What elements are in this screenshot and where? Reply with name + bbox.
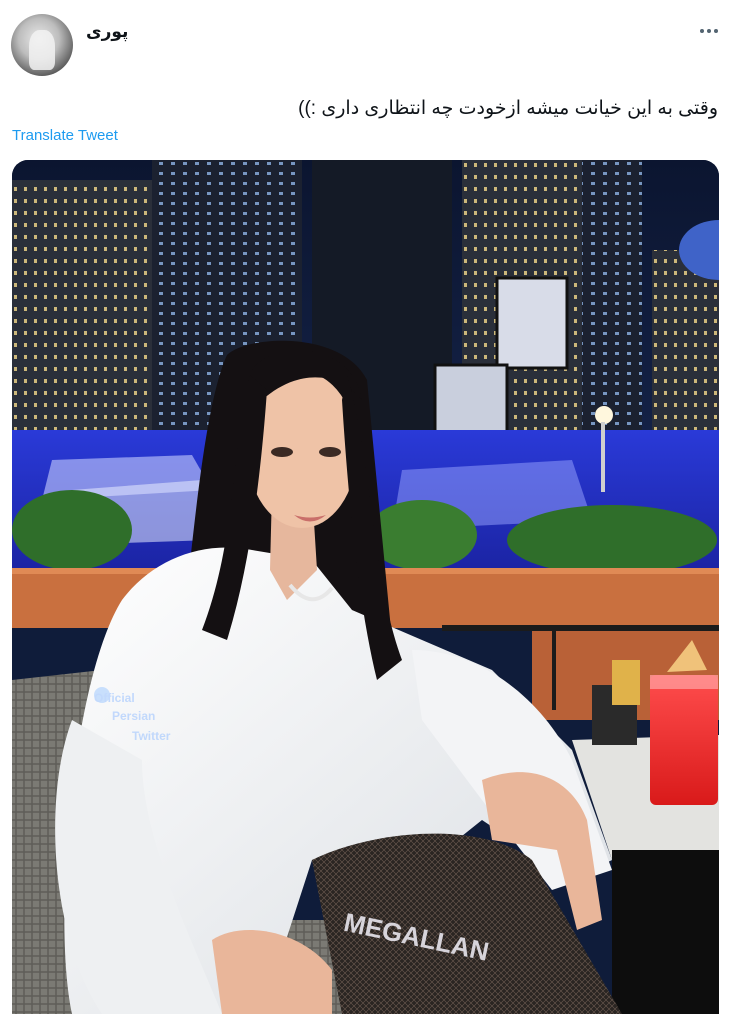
- tweet-photo[interactable]: Official Persian Twitter MEGALLAN: [12, 160, 719, 1014]
- more-options-button[interactable]: [694, 16, 724, 46]
- more-dots-icon: [700, 29, 718, 33]
- watermark-line-2: Persian: [112, 709, 155, 723]
- tweet-card: پوری وقتی به این خیانت میشه ازخودت چه ان…: [0, 0, 730, 1014]
- photo-illustration: Official Persian Twitter MEGALLAN: [12, 160, 719, 1014]
- translate-tweet-link[interactable]: Translate Tweet: [12, 127, 118, 144]
- author-display-name[interactable]: پوری: [86, 22, 128, 42]
- avatar-silhouette: [29, 30, 55, 70]
- author-avatar[interactable]: [11, 14, 73, 76]
- watermark-line-1: Official: [94, 691, 135, 705]
- watermark-line-3: Twitter: [132, 729, 171, 743]
- tweet-text: وقتی به این خیانت میشه ازخودت چه انتظاری…: [298, 98, 718, 119]
